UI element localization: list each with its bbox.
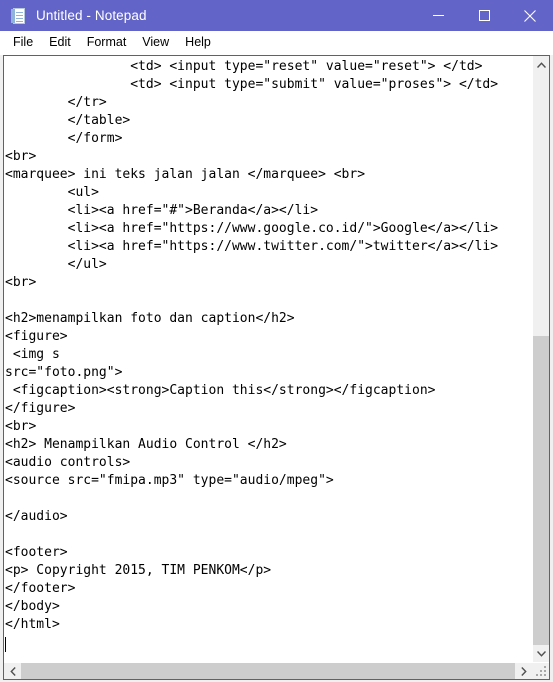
document-text: <td> <input type="reset" value="reset"> … bbox=[5, 59, 499, 632]
chevron-down-icon bbox=[536, 650, 546, 657]
editor-frame: <td> <input type="reset" value="reset"> … bbox=[3, 55, 550, 680]
scroll-left-button[interactable] bbox=[4, 663, 21, 679]
horizontal-scrollbar[interactable] bbox=[4, 662, 549, 679]
text-canvas[interactable]: <td> <input type="reset" value="reset"> … bbox=[4, 56, 532, 662]
menu-item-file[interactable]: File bbox=[5, 32, 41, 54]
window-title: Untitled - Notepad bbox=[36, 8, 147, 23]
horizontal-scroll-track[interactable] bbox=[21, 663, 515, 679]
minimize-button[interactable] bbox=[415, 0, 461, 31]
minimize-icon bbox=[432, 15, 444, 16]
chevron-left-icon bbox=[9, 666, 16, 676]
text-editor-content[interactable]: <td> <input type="reset" value="reset"> … bbox=[4, 56, 532, 652]
scroll-right-button[interactable] bbox=[515, 663, 532, 679]
menu-item-edit[interactable]: Edit bbox=[41, 32, 79, 54]
title-bar[interactable]: Untitled - Notepad bbox=[0, 0, 553, 31]
horizontal-scroll-thumb[interactable] bbox=[21, 663, 515, 679]
editor-area: <td> <input type="reset" value="reset"> … bbox=[0, 55, 553, 682]
text-caret bbox=[5, 637, 6, 652]
vertical-scrollbar[interactable] bbox=[532, 56, 549, 662]
maximize-button[interactable] bbox=[461, 0, 507, 31]
resize-grip-icon[interactable] bbox=[532, 663, 549, 679]
maximize-icon bbox=[478, 10, 490, 21]
menu-item-format[interactable]: Format bbox=[79, 32, 135, 54]
scroll-up-button[interactable] bbox=[533, 56, 549, 73]
vertical-scroll-thumb[interactable] bbox=[533, 336, 549, 645]
notepad-icon bbox=[11, 7, 27, 24]
menu-item-view[interactable]: View bbox=[134, 32, 177, 54]
close-button[interactable] bbox=[507, 0, 553, 31]
editor-inner: <td> <input type="reset" value="reset"> … bbox=[4, 56, 549, 662]
scroll-down-button[interactable] bbox=[533, 645, 549, 662]
close-icon bbox=[524, 9, 536, 22]
window-controls bbox=[415, 0, 553, 31]
menu-item-help[interactable]: Help bbox=[177, 32, 219, 54]
notepad-window: Untitled - Notepad File Edit Format View… bbox=[0, 0, 553, 682]
chevron-right-icon bbox=[520, 666, 527, 676]
chevron-up-icon bbox=[536, 61, 546, 68]
menu-bar: File Edit Format View Help bbox=[0, 31, 553, 55]
vertical-scroll-track[interactable] bbox=[533, 73, 549, 645]
